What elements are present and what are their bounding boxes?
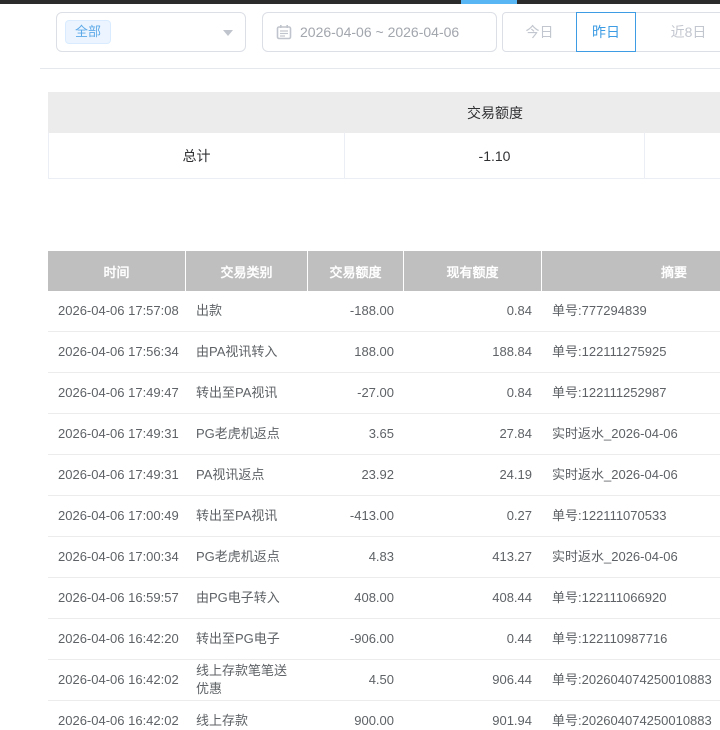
cell-amount: 4.83 <box>308 546 404 568</box>
cell-type: 线上存款笔笔送优惠 <box>186 660 308 700</box>
calendar-icon <box>276 24 292 40</box>
cell-amount: 900.00 <box>308 710 404 730</box>
cell-summary: 实时返水_2026-04-06 <box>542 546 720 568</box>
summary-total-label: 总计 <box>48 133 345 178</box>
cell-time: 2026-04-06 16:42:02 <box>48 669 186 691</box>
cell-time: 2026-04-06 17:49:47 <box>48 382 186 404</box>
cell-time: 2026-04-06 16:42:20 <box>48 628 186 650</box>
summary-total-value: -1.10 <box>345 133 645 178</box>
top-bar <box>0 0 720 4</box>
table-body: 2026-04-06 17:57:08 出款 -188.00 0.84 单号:7… <box>48 291 720 730</box>
cell-balance: 906.44 <box>404 669 542 691</box>
section-divider <box>40 68 720 69</box>
cell-type: 由PA视讯转入 <box>186 341 308 363</box>
cell-type: 由PG电子转入 <box>186 587 308 609</box>
transaction-record-page: 全部 2026-04-06 ~ 2026-04-06 今日 昨日 近8日 交易额… <box>0 0 720 730</box>
table-row: 2026-04-06 17:49:31 PA视讯返点 23.92 24.19 实… <box>48 455 720 496</box>
table-row: 2026-04-06 17:57:08 出款 -188.00 0.84 单号:7… <box>48 291 720 332</box>
cell-balance: 0.84 <box>404 300 542 322</box>
table-row: 2026-04-06 16:42:20 转出至PG电子 -906.00 0.44… <box>48 619 720 660</box>
table-row: 2026-04-06 16:59:57 由PG电子转入 408.00 408.4… <box>48 578 720 619</box>
cell-type: 转出至PA视讯 <box>186 382 308 404</box>
table-row: 2026-04-06 16:42:02 线上存款 900.00 901.94 单… <box>48 701 720 730</box>
quick-range-button-group: 今日 昨日 近8日 <box>502 12 720 52</box>
cell-type: 出款 <box>186 300 308 322</box>
cell-time: 2026-04-06 17:57:08 <box>48 300 186 322</box>
cell-amount: -188.00 <box>308 300 404 322</box>
cell-type: 转出至PG电子 <box>186 628 308 650</box>
cell-time: 2026-04-06 17:56:34 <box>48 341 186 363</box>
cell-summary: 单号:122110987716 <box>542 628 720 650</box>
summary-table: 交易额度 总计 -1.10 <box>48 92 720 179</box>
cell-amount: 23.92 <box>308 464 404 486</box>
transaction-table: 时间 交易类别 交易额度 现有额度 摘要 2026-04-06 17:57:08… <box>48 251 720 730</box>
table-row: 2026-04-06 17:00:49 转出至PA视讯 -413.00 0.27… <box>48 496 720 537</box>
cell-time: 2026-04-06 17:49:31 <box>48 423 186 445</box>
summary-header-amount: 交易额度 <box>345 92 645 133</box>
cell-balance: 413.27 <box>404 546 542 568</box>
cell-balance: 24.19 <box>404 464 542 486</box>
header-summary: 摘要 <box>542 251 720 291</box>
date-range-value: 2026-04-06 ~ 2026-04-06 <box>300 24 459 40</box>
cell-balance: 27.84 <box>404 423 542 445</box>
header-balance: 现有额度 <box>404 251 542 291</box>
cell-amount: 408.00 <box>308 587 404 609</box>
cell-type: 线上存款 <box>186 710 308 730</box>
transaction-type-select[interactable]: 全部 <box>56 12 246 52</box>
cell-time: 2026-04-06 17:49:31 <box>48 464 186 486</box>
cell-type: PA视讯返点 <box>186 464 308 486</box>
cell-summary: 单号:122111275925 <box>542 341 720 363</box>
cell-balance: 901.94 <box>404 710 542 730</box>
summary-header-empty <box>48 92 345 133</box>
summary-header-row: 交易额度 <box>48 92 720 133</box>
top-bar-active-indicator <box>461 0 517 4</box>
cell-balance: 0.27 <box>404 505 542 527</box>
cell-time: 2026-04-06 16:42:02 <box>48 710 186 730</box>
header-type: 交易类别 <box>186 251 308 291</box>
cell-amount: -27.00 <box>308 382 404 404</box>
yesterday-button[interactable]: 昨日 <box>576 12 636 52</box>
table-row: 2026-04-06 17:56:34 由PA视讯转入 188.00 188.8… <box>48 332 720 373</box>
table-row: 2026-04-06 16:42:02 线上存款笔笔送优惠 4.50 906.4… <box>48 660 720 701</box>
cell-time: 2026-04-06 16:59:57 <box>48 587 186 609</box>
summary-total-row: 总计 -1.10 <box>48 133 720 179</box>
cell-summary: 单号:202604074250010883 <box>542 710 720 730</box>
cell-amount: 3.65 <box>308 423 404 445</box>
selected-type-tag: 全部 <box>65 20 111 44</box>
header-amount: 交易额度 <box>308 251 404 291</box>
table-row: 2026-04-06 17:49:47 转出至PA视讯 -27.00 0.84 … <box>48 373 720 414</box>
summary-header-empty-2 <box>645 92 720 133</box>
cell-balance: 0.44 <box>404 628 542 650</box>
cell-balance: 0.84 <box>404 382 542 404</box>
cell-balance: 408.44 <box>404 587 542 609</box>
cell-type: 转出至PA视讯 <box>186 505 308 527</box>
cell-amount: 188.00 <box>308 341 404 363</box>
cell-type: PG老虎机返点 <box>186 423 308 445</box>
table-row: 2026-04-06 17:00:34 PG老虎机返点 4.83 413.27 … <box>48 537 720 578</box>
cell-balance: 188.84 <box>404 341 542 363</box>
cell-amount: -413.00 <box>308 505 404 527</box>
cell-summary: 单号:122111252987 <box>542 382 720 404</box>
cell-summary: 单号:122111070533 <box>542 505 720 527</box>
table-header-row: 时间 交易类别 交易额度 现有额度 摘要 <box>48 251 720 291</box>
summary-total-empty <box>645 133 720 178</box>
cell-amount: -906.00 <box>308 628 404 650</box>
cell-time: 2026-04-06 17:00:49 <box>48 505 186 527</box>
chevron-down-icon[interactable] <box>223 30 233 36</box>
cell-amount: 4.50 <box>308 669 404 691</box>
cell-summary: 实时返水_2026-04-06 <box>542 464 720 486</box>
cell-summary: 单号:122111066920 <box>542 587 720 609</box>
cell-summary: 实时返水_2026-04-06 <box>542 423 720 445</box>
cell-summary: 单号:777294839 <box>542 300 720 322</box>
cell-summary: 单号:202604074250010883 <box>542 669 720 691</box>
last-8-days-button[interactable]: 近8日 <box>636 13 720 51</box>
today-button[interactable]: 今日 <box>503 13 576 51</box>
cell-type: PG老虎机返点 <box>186 546 308 568</box>
header-time: 时间 <box>48 251 186 291</box>
date-range-picker[interactable]: 2026-04-06 ~ 2026-04-06 <box>262 12 497 52</box>
table-row: 2026-04-06 17:49:31 PG老虎机返点 3.65 27.84 实… <box>48 414 720 455</box>
cell-time: 2026-04-06 17:00:34 <box>48 546 186 568</box>
